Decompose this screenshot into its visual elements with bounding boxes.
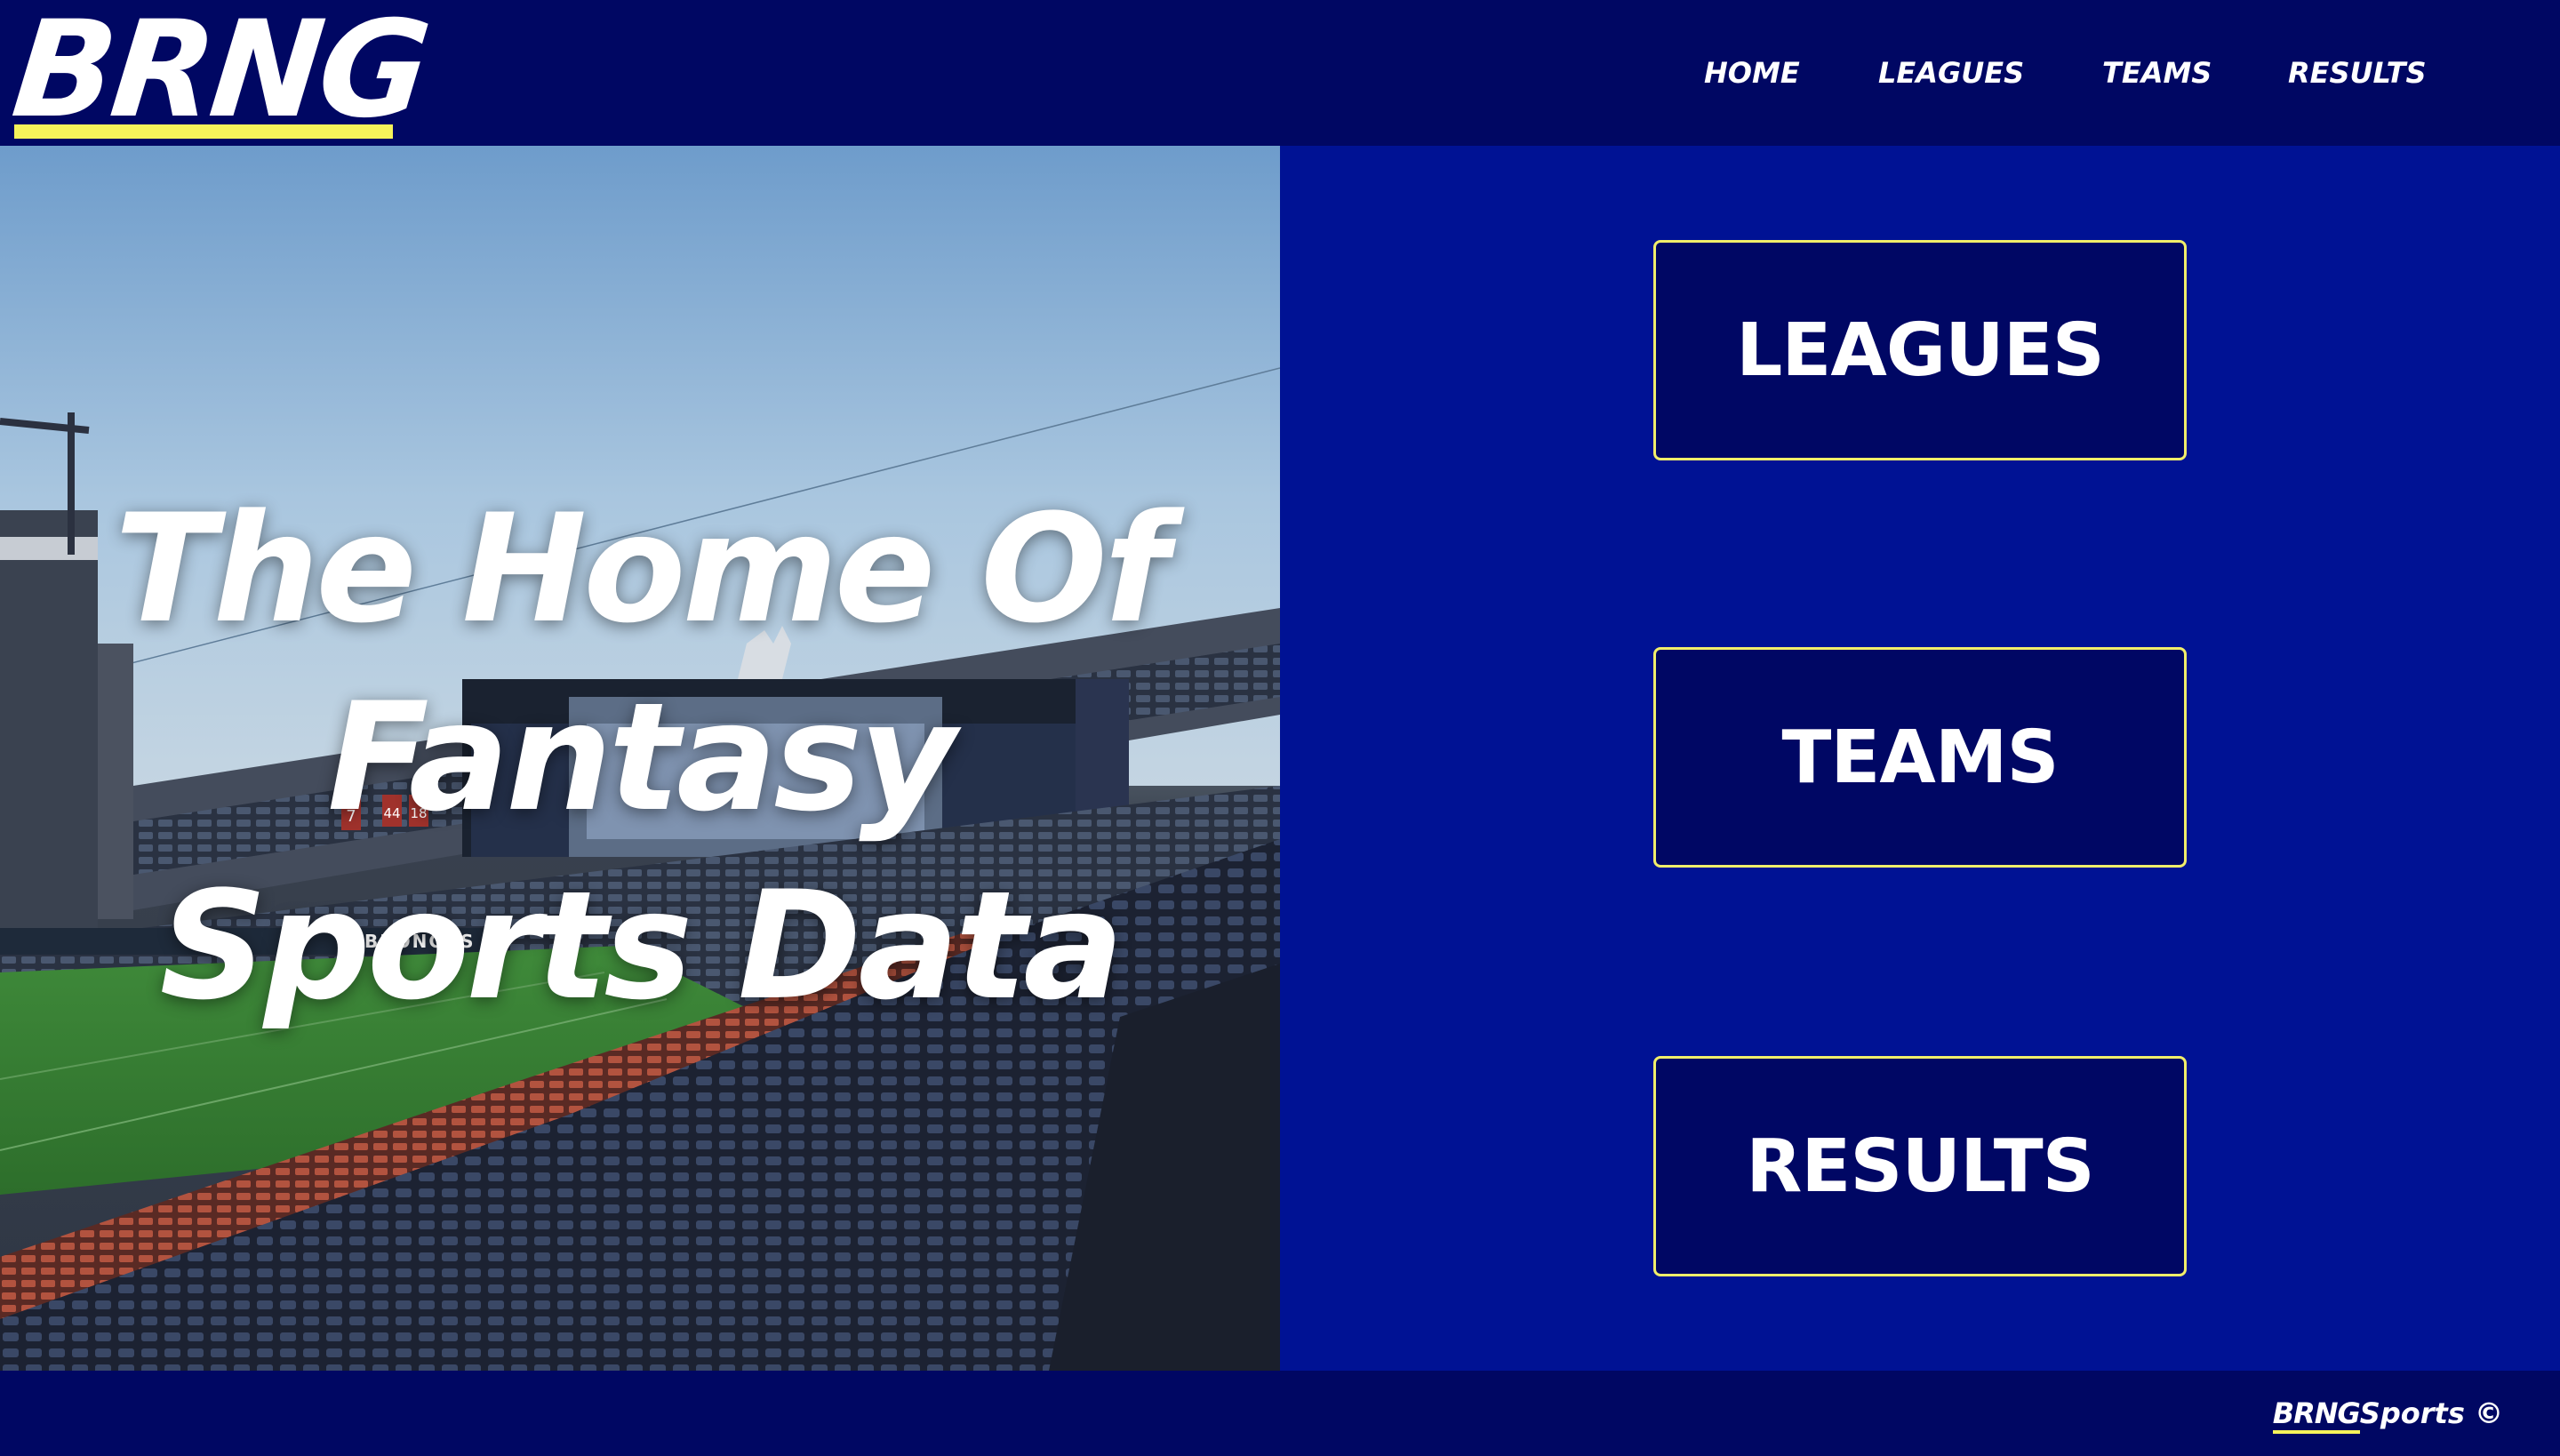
- hero-title: The Home Of Fantasy Sports Data: [114, 482, 1169, 1033]
- footer-copyright: BRNGSports ©: [2272, 1392, 2503, 1435]
- nav-link-leagues[interactable]: LEAGUES: [1878, 52, 2024, 94]
- footer-label: Sports ©: [2359, 1396, 2503, 1430]
- site-header: BRNG HOME LEAGUES TEAMS RESULTS: [0, 0, 2560, 148]
- main-panel: LEAGUES TEAMS RESULTS: [1280, 146, 2560, 1371]
- nav-link-teams[interactable]: TEAMS: [2102, 52, 2212, 94]
- logo-underline: [14, 124, 393, 139]
- site-footer: BRNGSports ©: [0, 1371, 2560, 1456]
- leagues-button[interactable]: LEAGUES: [1653, 240, 2187, 460]
- hero-stadium-image: 7 44 18 BRONCOS The Home Of Fantasy Spor…: [0, 146, 1280, 1371]
- footer-brand-logo: BRNG: [2272, 1396, 2361, 1434]
- nav-link-home[interactable]: HOME: [1704, 52, 1800, 94]
- results-button[interactable]: RESULTS: [1653, 1056, 2187, 1276]
- nav-link-results[interactable]: RESULTS: [2288, 52, 2427, 94]
- teams-button[interactable]: TEAMS: [1653, 647, 2187, 868]
- brng-logo[interactable]: BRNG: [6, 0, 434, 148]
